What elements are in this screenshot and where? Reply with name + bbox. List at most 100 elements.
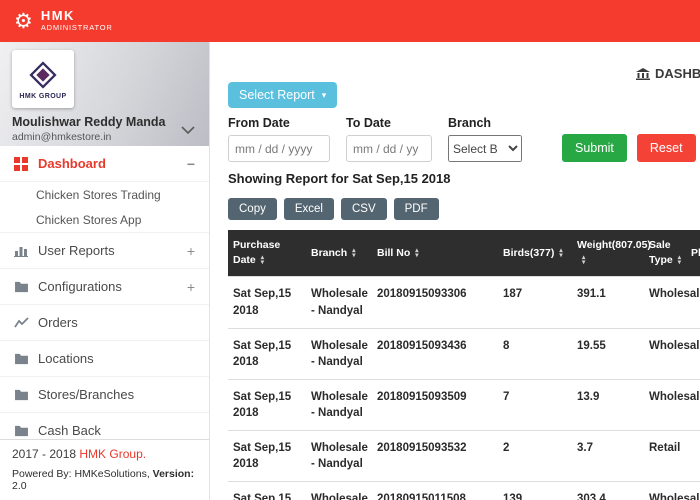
from-date-input[interactable] [228, 135, 330, 162]
column-header[interactable]: Weight(807.05)▴▾ [572, 230, 644, 277]
sidebar-item-user-reports[interactable]: User Reports + [0, 233, 209, 269]
table-cell: Wholesale - Nandyal [306, 277, 372, 328]
column-header[interactable]: Branch▴▾ [306, 230, 372, 277]
table-cell: 7 [498, 379, 572, 430]
sidebar-menu: Dashboard − Chicken Stores Trading Chick… [0, 146, 209, 449]
table-cell [686, 277, 700, 328]
sidebar-item-label: Stores/Branches [38, 387, 195, 402]
logo-caption: HMK GROUP [19, 93, 66, 100]
export-toolbar: Copy Excel CSV PDF [228, 198, 700, 220]
column-header[interactable]: Ph [686, 230, 700, 277]
report-filters: From Date To Date Branch Select B Submit… [228, 116, 700, 162]
sidebar: HMK GROUP Moulishwar Reddy Manda admin@h… [0, 42, 210, 500]
dashboard-submenu: Chicken Stores Trading Chicken Stores Ap… [0, 182, 209, 233]
submit-button[interactable]: Submit [562, 134, 627, 162]
table-cell: Wholesale - Nandyal [306, 431, 372, 482]
sort-icon[interactable]: ▴▾ [261, 255, 264, 265]
table-cell: Wholesale [644, 277, 686, 328]
sidebar-item-chicken-stores-trading[interactable]: Chicken Stores Trading [0, 182, 209, 207]
table-cell: Wholesale [644, 328, 686, 379]
sort-icon[interactable]: ▴▾ [559, 248, 562, 258]
folder-icon [14, 389, 38, 401]
from-date-label: From Date [228, 116, 330, 130]
table-cell: 20180915093306 [372, 277, 498, 328]
copy-button[interactable]: Copy [228, 198, 277, 220]
table-cell: 303.4 [572, 482, 644, 500]
column-header[interactable]: Purchase Date▴▾ [228, 230, 306, 277]
pdf-button[interactable]: PDF [394, 198, 439, 220]
table-row: Sat Sep,15 2018Wholesale - Nandyal201809… [228, 482, 700, 500]
showing-report-text: Showing Report for Sat Sep,15 2018 [228, 171, 700, 186]
table-cell: 187 [498, 277, 572, 328]
table-cell: 2 [498, 431, 572, 482]
table-row: Sat Sep,15 2018Wholesale - Nandyal201809… [228, 328, 700, 379]
dashboard-grid-icon [14, 157, 38, 171]
table-cell: Sat Sep,15 2018 [228, 277, 306, 328]
table-cell: 8 [498, 328, 572, 379]
sidebar-profile: HMK GROUP Moulishwar Reddy Manda admin@h… [0, 42, 209, 146]
sidebar-item-dashboard[interactable]: Dashboard − [0, 146, 209, 182]
folder-icon [14, 281, 38, 293]
bar-chart-icon [14, 244, 38, 257]
table-cell: Wholesale - Nandyal [306, 328, 372, 379]
table-cell: Sat Sep,15 2018 [228, 482, 306, 500]
folder-icon [14, 425, 38, 437]
sort-icon[interactable]: ▴▾ [415, 248, 418, 258]
table-cell: Sat Sep,15 2018 [228, 379, 306, 430]
app-brand: ⚙ HMK ADMINISTRATOR [14, 9, 113, 33]
to-date-label: To Date [346, 116, 432, 130]
to-date-input[interactable] [346, 135, 432, 162]
brand-subtitle: ADMINISTRATOR [41, 24, 113, 33]
report-table-container: Purchase Date▴▾Branch▴▾Bill No▴▾Birds(37… [228, 230, 700, 500]
table-cell: 3.7 [572, 431, 644, 482]
sidebar-item-chicken-stores-app[interactable]: Chicken Stores App [0, 207, 209, 232]
company-logo: HMK GROUP [12, 50, 74, 108]
table-cell: Sat Sep,15 2018 [228, 328, 306, 379]
report-table-body: Sat Sep,15 2018Wholesale - Nandyal201809… [228, 277, 700, 500]
user-email: admin@hmkestore.in [12, 131, 197, 143]
column-header[interactable]: Birds(377)▴▾ [498, 230, 572, 277]
top-header-bar: ⚙ HMK ADMINISTRATOR [0, 0, 700, 42]
expand-plus: + [187, 279, 195, 295]
folder-icon [14, 353, 38, 365]
page-title: DASHBOARD [655, 66, 700, 81]
table-cell: 13.9 [572, 379, 644, 430]
sidebar-item-label: Configurations [38, 279, 187, 294]
diamond-logo-icon [26, 59, 60, 91]
chevron-down-icon[interactable] [181, 121, 195, 139]
sidebar-item-label: User Reports [38, 243, 187, 258]
sort-icon[interactable]: ▴▾ [678, 255, 681, 265]
sidebar-item-orders[interactable]: Orders [0, 305, 209, 341]
sidebar-item-label: Orders [38, 315, 195, 330]
main-content: DASHBOARD Select Report ▾ From Date To D… [210, 42, 700, 500]
report-table: Purchase Date▴▾Branch▴▾Bill No▴▾Birds(37… [228, 230, 700, 500]
copyright-line: 2017 - 2018 HMK Group. [12, 447, 197, 461]
sort-icon[interactable]: ▴▾ [582, 255, 585, 265]
sidebar-item-locations[interactable]: Locations [0, 341, 209, 377]
table-header-row: Purchase Date▴▾Branch▴▾Bill No▴▾Birds(37… [228, 230, 700, 277]
select-report-dropdown[interactable]: Select Report ▾ [228, 82, 337, 108]
column-header[interactable]: Bill No▴▾ [372, 230, 498, 277]
user-name: Moulishwar Reddy Manda [12, 115, 197, 129]
excel-button[interactable]: Excel [284, 198, 334, 220]
sort-icon[interactable]: ▴▾ [352, 248, 355, 258]
table-cell: 391.1 [572, 277, 644, 328]
reset-button[interactable]: Reset [637, 134, 696, 162]
branch-select[interactable]: Select B [448, 135, 522, 162]
table-cell: 19.55 [572, 328, 644, 379]
csv-button[interactable]: CSV [341, 198, 387, 220]
dashboard-building-icon [636, 68, 650, 80]
column-header[interactable]: Sale Type▴▾ [644, 230, 686, 277]
table-cell: 20180915093532 [372, 431, 498, 482]
select-report-label: Select Report [239, 88, 315, 102]
sidebar-item-stores-branches[interactable]: Stores/Branches [0, 377, 209, 413]
table-row: Sat Sep,15 2018Wholesale - Nandyal201809… [228, 431, 700, 482]
expand-plus: + [187, 243, 195, 259]
sidebar-item-configurations[interactable]: Configurations + [0, 269, 209, 305]
sidebar-item-label: Cash Back [38, 423, 195, 438]
trend-line-icon [14, 317, 38, 329]
table-cell: 20180915093509 [372, 379, 498, 430]
copyright-brand: HMK Group. [79, 447, 146, 461]
copyright-years: 2017 - 2018 [12, 447, 79, 461]
table-row: Sat Sep,15 2018Wholesale - Nandyal201809… [228, 379, 700, 430]
